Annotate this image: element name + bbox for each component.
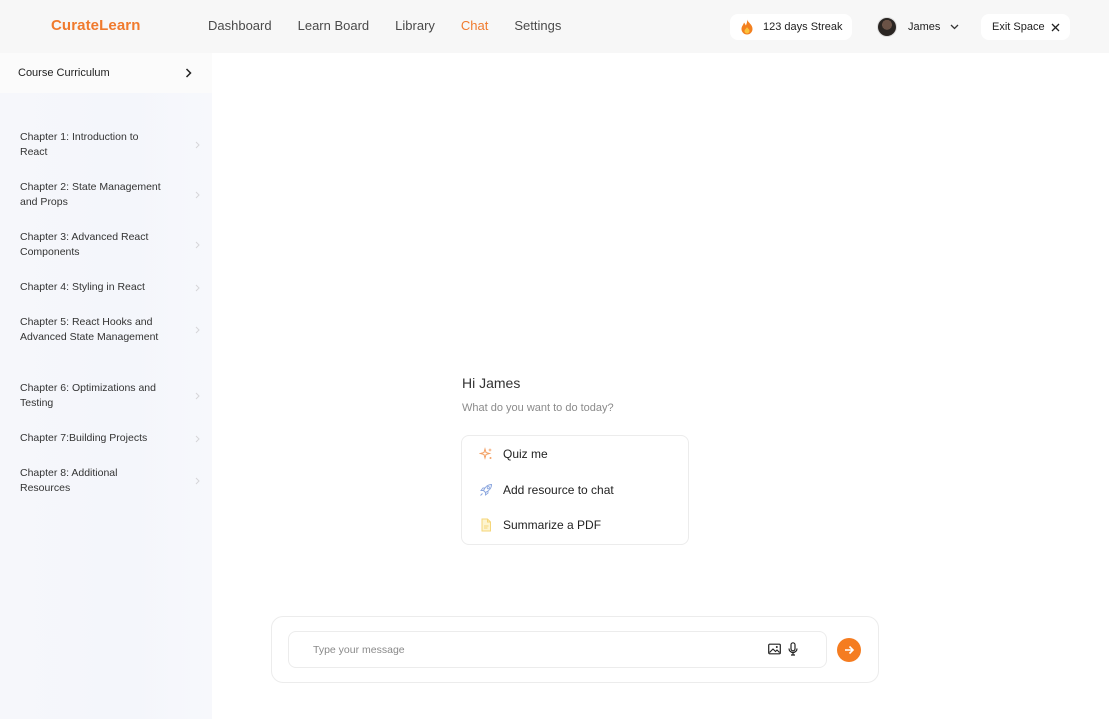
chevron-right-icon bbox=[195, 435, 200, 443]
quiz-me-button[interactable]: Quiz me bbox=[479, 447, 548, 461]
document-icon bbox=[479, 518, 493, 532]
nav-item-chat[interactable]: Chat bbox=[461, 18, 488, 33]
add-resource-button[interactable]: Add resource to chat bbox=[479, 483, 614, 497]
sidebar-item-chapter-7[interactable]: Chapter 7:Building Projects bbox=[20, 431, 200, 446]
sidebar-item-chapter-5[interactable]: Chapter 5: React Hooks and Advanced Stat… bbox=[20, 315, 200, 345]
quiz-me-label: Quiz me bbox=[503, 447, 548, 461]
chevron-right-icon bbox=[195, 326, 200, 334]
nav-item-settings[interactable]: Settings bbox=[514, 18, 561, 33]
sidebar-title: Course Curriculum bbox=[18, 67, 110, 79]
chevron-right-icon bbox=[195, 191, 200, 199]
chapter-label: Chapter 3: Advanced React Components bbox=[20, 231, 149, 258]
sidebar-header[interactable]: Course Curriculum bbox=[0, 53, 212, 93]
summarize-pdf-button[interactable]: Summarize a PDF bbox=[479, 518, 601, 532]
chevron-right-icon bbox=[195, 284, 200, 292]
message-input-wrapper bbox=[288, 631, 827, 668]
add-resource-label: Add resource to chat bbox=[503, 483, 614, 497]
sidebar-item-chapter-3[interactable]: Chapter 3: Advanced React Components bbox=[20, 230, 200, 260]
chevron-down-icon bbox=[950, 24, 959, 30]
nav-item-learn-board[interactable]: Learn Board bbox=[298, 18, 370, 33]
sidebar-item-chapter-4[interactable]: Chapter 4: Styling in React bbox=[20, 280, 200, 295]
streak-label: 123 days Streak bbox=[763, 21, 843, 33]
chapter-label: Chapter 1: Introduction to React bbox=[20, 131, 139, 158]
rocket-icon bbox=[479, 483, 493, 497]
chevron-right-icon bbox=[185, 68, 192, 78]
nav-item-dashboard[interactable]: Dashboard bbox=[208, 18, 272, 33]
nav-item-library[interactable]: Library bbox=[395, 18, 435, 33]
chapter-label: Chapter 7:Building Projects bbox=[20, 432, 148, 444]
message-composer bbox=[271, 616, 879, 683]
chevron-right-icon bbox=[195, 392, 200, 400]
chapter-label: Chapter 8: Additional Resources bbox=[20, 467, 118, 494]
microphone-icon[interactable] bbox=[788, 642, 798, 656]
quick-actions-card: Quiz me Add resource to chat Summarize a… bbox=[461, 435, 689, 545]
exit-space-button[interactable]: Exit Space bbox=[981, 14, 1070, 40]
avatar bbox=[877, 17, 897, 37]
greeting-subtitle: What do you want to do today? bbox=[462, 402, 614, 414]
brand-logo[interactable]: CurateLearn bbox=[51, 17, 140, 34]
sidebar-item-chapter-2[interactable]: Chapter 2: State Management and Props bbox=[20, 180, 200, 210]
user-menu[interactable]: James bbox=[869, 14, 967, 40]
streak-badge: 123 days Streak bbox=[730, 14, 852, 40]
main-nav: Dashboard Learn Board Library Chat Setti… bbox=[208, 18, 587, 33]
exit-space-label: Exit Space bbox=[992, 21, 1045, 33]
chevron-right-icon bbox=[195, 477, 200, 485]
summarize-pdf-label: Summarize a PDF bbox=[503, 518, 602, 532]
chevron-right-icon bbox=[195, 141, 200, 149]
chevron-right-icon bbox=[195, 241, 200, 249]
top-bar: CurateLearn Dashboard Learn Board Librar… bbox=[0, 0, 1109, 53]
send-button[interactable] bbox=[837, 638, 861, 662]
curriculum-sidebar: Course Curriculum Chapter 1: Introductio… bbox=[0, 53, 212, 719]
chapter-label: Chapter 6: Optimizations and Testing bbox=[20, 382, 156, 409]
chapter-label: Chapter 5: React Hooks and Advanced Stat… bbox=[20, 316, 159, 343]
sparkle-icon bbox=[479, 447, 493, 461]
greeting-heading: Hi James bbox=[462, 375, 521, 391]
sidebar-item-chapter-6[interactable]: Chapter 6: Optimizations and Testing bbox=[20, 381, 200, 411]
message-input[interactable] bbox=[313, 641, 753, 659]
user-name: James bbox=[908, 21, 941, 33]
arrow-right-icon bbox=[843, 644, 855, 656]
flame-icon bbox=[740, 19, 754, 35]
sidebar-item-chapter-8[interactable]: Chapter 8: Additional Resources bbox=[20, 466, 200, 496]
chapter-label: Chapter 2: State Management and Props bbox=[20, 181, 161, 208]
close-icon bbox=[1051, 23, 1060, 32]
chapter-label: Chapter 4: Styling in React bbox=[20, 281, 145, 293]
image-icon[interactable] bbox=[768, 643, 781, 655]
sidebar-item-chapter-1[interactable]: Chapter 1: Introduction to React bbox=[20, 130, 200, 160]
